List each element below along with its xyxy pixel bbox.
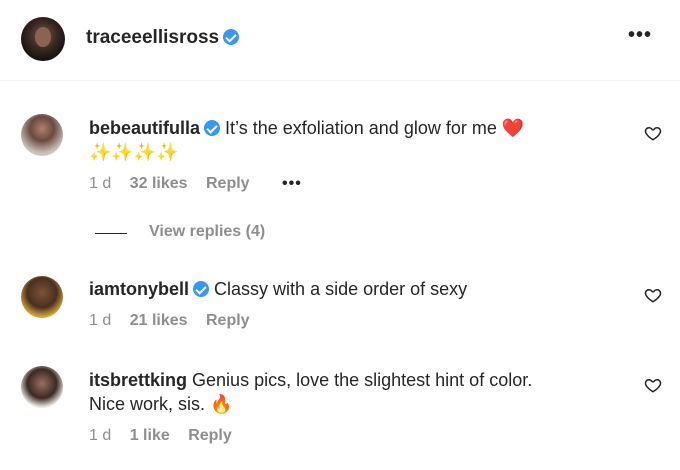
comment-username[interactable]: bebeautifulla [89, 118, 200, 138]
reply-button[interactable]: Reply [188, 427, 232, 444]
comments-page: traceeellisross ••• bebeautifulla It’s t… [0, 0, 680, 470]
post-header: traceeellisross ••• [0, 0, 680, 81]
comment-meta: 1 d 32 likes Reply ••• [89, 175, 316, 193]
header-username[interactable]: traceeellisross [86, 27, 240, 49]
reply-button[interactable]: Reply [206, 175, 250, 192]
comment-time: 1 d [89, 427, 112, 444]
like-heart-icon[interactable] [644, 124, 662, 142]
comment-avatar[interactable] [21, 366, 63, 408]
comment-meta: 1 d 21 likes Reply [89, 312, 264, 330]
comment-body: bebeautifulla It’s the exfoliation and g… [89, 116, 609, 164]
verified-badge-icon [204, 120, 221, 136]
comment-text: It’s the exfoliation and glow for me [225, 118, 497, 138]
verified-badge-icon [193, 281, 210, 297]
replies-divider [95, 233, 127, 234]
comment-body: itsbrettking Genius pics, love the sligh… [89, 368, 609, 416]
comment-time: 1 d [89, 312, 112, 329]
comment-time: 1 d [89, 175, 112, 192]
avatar[interactable] [21, 17, 65, 61]
comment-likes[interactable]: 21 likes [130, 312, 188, 329]
comment-username[interactable]: itsbrettking [89, 370, 187, 390]
comment-avatar[interactable] [21, 114, 63, 156]
comment-text-line-2: Nice work, sis. 🔥 [89, 394, 233, 414]
heart-emoji: ❤️ [501, 118, 525, 138]
comment-body: iamtonybell Classy with a side order of … [89, 277, 609, 301]
comment-likes[interactable]: 32 likes [130, 175, 188, 192]
like-heart-icon[interactable] [644, 376, 662, 394]
comment-username[interactable]: iamtonybell [89, 279, 189, 299]
header-username-text[interactable]: traceeellisross [86, 27, 219, 48]
comment-meta: 1 d 1 like Reply [89, 427, 246, 445]
comment-text-line-2: ✨✨✨✨ [89, 142, 179, 162]
verified-badge-icon [223, 29, 240, 45]
comment-text: Genius pics, love the slightest hint of … [192, 370, 533, 390]
comment-text: Classy with a side order of sexy [214, 279, 468, 299]
like-heart-icon[interactable] [644, 286, 662, 304]
more-options-icon[interactable]: ••• [628, 25, 652, 45]
comment-likes[interactable]: 1 like [130, 427, 170, 444]
view-replies-label[interactable]: View replies (4) [149, 223, 265, 241]
comment-more-icon[interactable]: ••• [282, 175, 302, 192]
comment-avatar[interactable] [21, 276, 63, 318]
reply-button[interactable]: Reply [206, 312, 250, 329]
